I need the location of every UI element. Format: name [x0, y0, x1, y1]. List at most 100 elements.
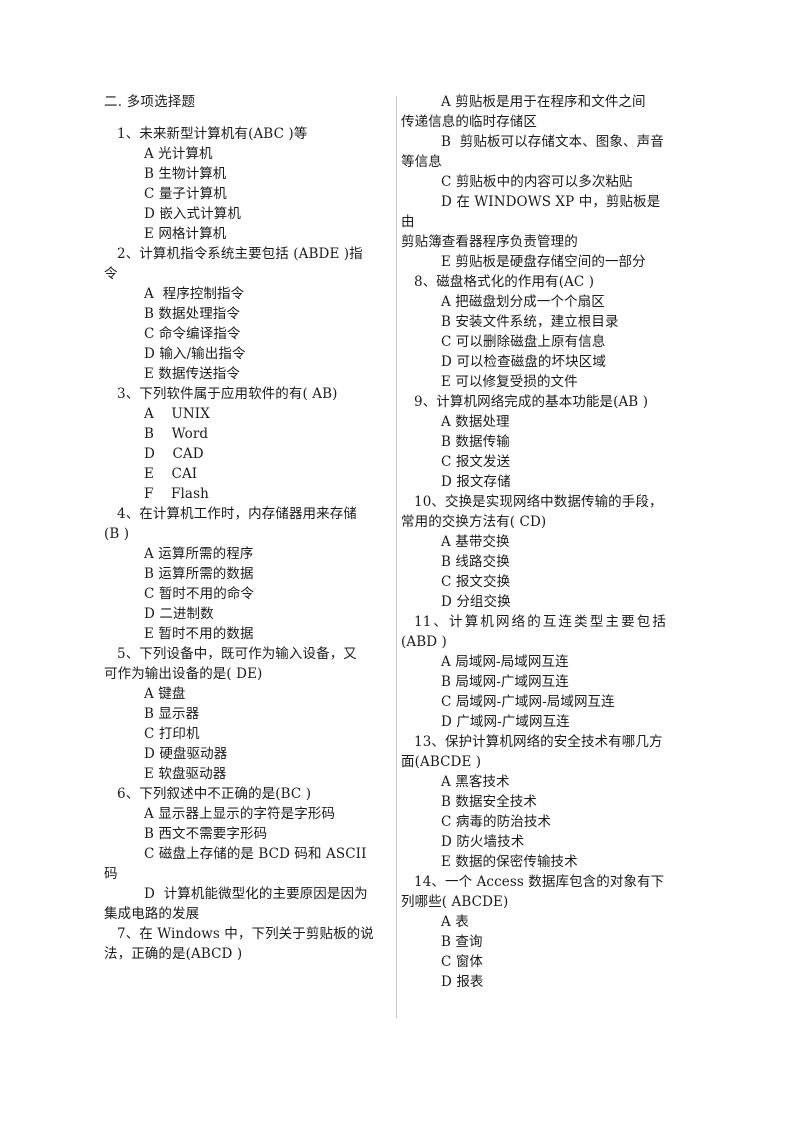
question-stem-continuation: 列哪些( ABCDE) [401, 894, 509, 910]
question-stem-continuation: 令 [104, 266, 118, 282]
question-option: B 生物计算机 [144, 166, 227, 182]
question-stem: 4、在计算机工作时，内存储器用来存储 [117, 506, 357, 522]
question-option: A 程序控制指令 [144, 286, 245, 302]
left-column: 二. 多项选择题 1、未来新型计算机有(ABC )等 A 光计算机 B 生物计算机 C… [104, 92, 385, 964]
question-stem: 5、下列设备中，既可作为输入设备，又 [117, 646, 357, 662]
question-block: 11、计算机网络的互连类型主要包括 (ABD ) A 局域网-局域网互连 B 局域网-… [401, 612, 666, 732]
question-option: C 窗体 [441, 954, 484, 970]
question-option: E 网格计算机 [144, 226, 227, 242]
question-option: E CAI [144, 466, 198, 482]
question-option: C 量子计算机 [144, 186, 227, 202]
question-block: 1、未来新型计算机有(ABC )等 A 光计算机 B 生物计算机 C 量子计算机 D 嵌… [104, 124, 385, 244]
question-stem-continuation: 法，正确的是(ABCD ) [104, 946, 243, 962]
question-option-continuation: 集成电路的发展 [104, 906, 200, 922]
question-option: A 运算所需的程序 [144, 546, 254, 562]
question-option: E 暂时不用的数据 [144, 626, 254, 642]
two-column-body: 二. 多项选择题 1、未来新型计算机有(ABC )等 A 光计算机 B 生物计算机 C… [104, 92, 698, 1027]
question-option: F Flash [144, 486, 209, 502]
question-option: E 数据传送指令 [144, 366, 240, 382]
question-option: D 分组交换 [441, 594, 511, 610]
question-block: 3、下列软件属于应用软件的有( AB) A UNIX B Word D CAD E CA… [104, 384, 385, 504]
question-option: B 数据传输 [441, 434, 510, 450]
question-option: E 软盘驱动器 [144, 766, 227, 782]
question-option: E 数据的保密传输技术 [441, 854, 578, 870]
question-stem: 8、磁盘格式化的作用有(AC ) [414, 274, 595, 290]
question-stem-continuation: (ABD ) [401, 634, 447, 650]
question-option: B 运算所需的数据 [144, 566, 254, 582]
question-option: A 黑客技术 [441, 774, 510, 790]
left-column-questions: 1、未来新型计算机有(ABC )等 A 光计算机 B 生物计算机 C 量子计算机 D 嵌… [104, 124, 385, 964]
question-stem: 6、下列叙述中不正确的是(BC ) [117, 786, 312, 802]
question-option: B 局域网-广域网互连 [441, 674, 569, 690]
question-option: A 显示器上显示的字符是字形码 [144, 806, 336, 822]
question-stem-continuation: 可作为输出设备的是( DE) [104, 666, 263, 682]
question-block: 2、计算机指令系统主要包括 (ABDE )指令 A 程序控制指令 B 数据处理指令 C… [104, 244, 385, 384]
document-page: 二. 多项选择题 1、未来新型计算机有(ABC )等 A 光计算机 B 生物计算机 C… [0, 0, 793, 1122]
question-option: C 可以删除磁盘上原有信息 [441, 334, 606, 350]
question-block: 14、一个 Access 数据库包含的对象有下 列哪些( ABCDE) A 表 B 查… [401, 872, 666, 992]
question-option: D 二进制数 [144, 606, 214, 622]
question-option: C 报文交换 [441, 574, 511, 590]
question-stem-continuation: 常用的交换方法有( CD) [401, 514, 547, 530]
question-option: A 局域网-局域网互连 [441, 654, 569, 670]
question-block: A 剪贴板是用于在程序和文件之间传递信息的临时存储区 B 剪贴板可以存储文本、图象… [401, 92, 666, 272]
question-option-continuation: 剪贴簿查看器程序负责管理的 [401, 234, 578, 250]
question-option: A 键盘 [144, 686, 186, 702]
question-block: 6、下列叙述中不正确的是(BC ) A 显示器上显示的字符是字形码 B 西文不需要字… [104, 784, 385, 924]
question-option: C 局域网-广域网-局域网互连 [441, 694, 615, 710]
question-block: 8、磁盘格式化的作用有(AC ) A 把磁盘划分成一个个扇区 B 安装文件系统，建立… [401, 272, 666, 392]
right-column: A 剪贴板是用于在程序和文件之间传递信息的临时存储区 B 剪贴板可以存储文本、图象… [385, 92, 666, 992]
question-stem: 2、计算机指令系统主要包括 (ABDE )指 [117, 246, 363, 262]
question-option: B 线路交换 [441, 554, 510, 570]
question-option: D 在 WINDOWS XP 中，剪贴板是由 [401, 194, 661, 230]
question-option-continuation: 码 [104, 866, 118, 882]
question-stem-continuation: 面(ABCDE ) [401, 754, 482, 770]
question-option: B 数据处理指令 [144, 306, 241, 322]
question-option: B 剪贴板可以存储文本、图象、声音 [441, 134, 664, 150]
question-option: A 剪贴板是用于在程序和文件之间 [441, 94, 646, 110]
question-block: 10、交换是实现网络中数据传输的手段， 常用的交换方法有( CD) A 基带交换 B … [401, 492, 666, 612]
question-stem: 7、在 Windows 中，下列关于剪贴板的说 [117, 926, 374, 942]
question-option: A 数据处理 [441, 414, 510, 430]
question-stem: 1、未来新型计算机有(ABC )等 [117, 126, 308, 142]
question-option: C 暂时不用的命令 [144, 586, 255, 602]
question-option: C 磁盘上存储的是 BCD 码和 ASCII [144, 846, 367, 862]
question-option: A 光计算机 [144, 146, 213, 162]
question-option: C 病毒的防治技术 [441, 814, 552, 830]
question-block: 5、下列设备中，既可作为输入设备，又可作为输出设备的是( DE) A 键盘 B 显示… [104, 644, 385, 784]
question-stem: 11、计算机网络的互连类型主要包括 [414, 614, 666, 630]
question-stem: 10、交换是实现网络中数据传输的手段， [414, 494, 663, 510]
question-stem: 14、一个 Access 数据库包含的对象有下 [414, 874, 665, 890]
question-option: C 报文发送 [441, 454, 511, 470]
question-option: D 报文存储 [441, 474, 511, 490]
question-option: D 嵌入式计算机 [144, 206, 241, 222]
question-option: D 硬盘驱动器 [144, 746, 228, 762]
question-stem: 3、下列软件属于应用软件的有( AB) [117, 386, 338, 402]
question-option-continuation: 传递信息的临时存储区 [401, 114, 537, 130]
question-block: 4、在计算机工作时，内存储器用来存储 (B ) A 运算所需的程序 B 运算所需的数据… [104, 504, 385, 644]
question-option: B 查询 [441, 934, 483, 950]
question-option: D 输入/输出指令 [144, 346, 246, 362]
question-option: D 报表 [441, 974, 484, 990]
question-option: E 可以修复受损的文件 [441, 374, 578, 390]
question-option: E 剪贴板是硬盘存储空间的一部分 [441, 254, 646, 270]
question-option: C 命令编译指令 [144, 326, 241, 342]
question-option: C 剪贴板中的内容可以多次粘贴 [441, 174, 633, 190]
question-option: D 广域网-广域网互连 [441, 714, 570, 730]
question-block: 13、保护计算机网络的安全技术有哪几方面(ABCDE ) A 黑客技术 B 数据安全… [401, 732, 666, 872]
question-option: B 数据安全技术 [441, 794, 538, 810]
question-stem: 9、计算机网络完成的基本功能是(AB ) [414, 394, 649, 410]
question-option: D 防火墙技术 [441, 834, 525, 850]
question-block: 7、在 Windows 中，下列关于剪贴板的说法，正确的是(ABCD ) [104, 924, 385, 964]
question-option: B 显示器 [144, 706, 200, 722]
question-option: D 可以检查磁盘的坏块区域 [441, 354, 606, 370]
question-option: D 计算机能微型化的主要原因是因为 [144, 886, 368, 902]
question-stem: 13、保护计算机网络的安全技术有哪几方 [414, 734, 663, 750]
right-column-questions: A 剪贴板是用于在程序和文件之间传递信息的临时存储区 B 剪贴板可以存储文本、图象… [401, 92, 666, 992]
question-stem-continuation: (B ) [104, 526, 130, 542]
question-option: B Word [144, 426, 209, 442]
question-option: A UNIX [144, 406, 210, 422]
question-option: D CAD [144, 446, 204, 462]
question-option: B 安装文件系统，建立根目录 [441, 314, 619, 330]
page-title: 二. 多项选择题 [104, 94, 196, 110]
